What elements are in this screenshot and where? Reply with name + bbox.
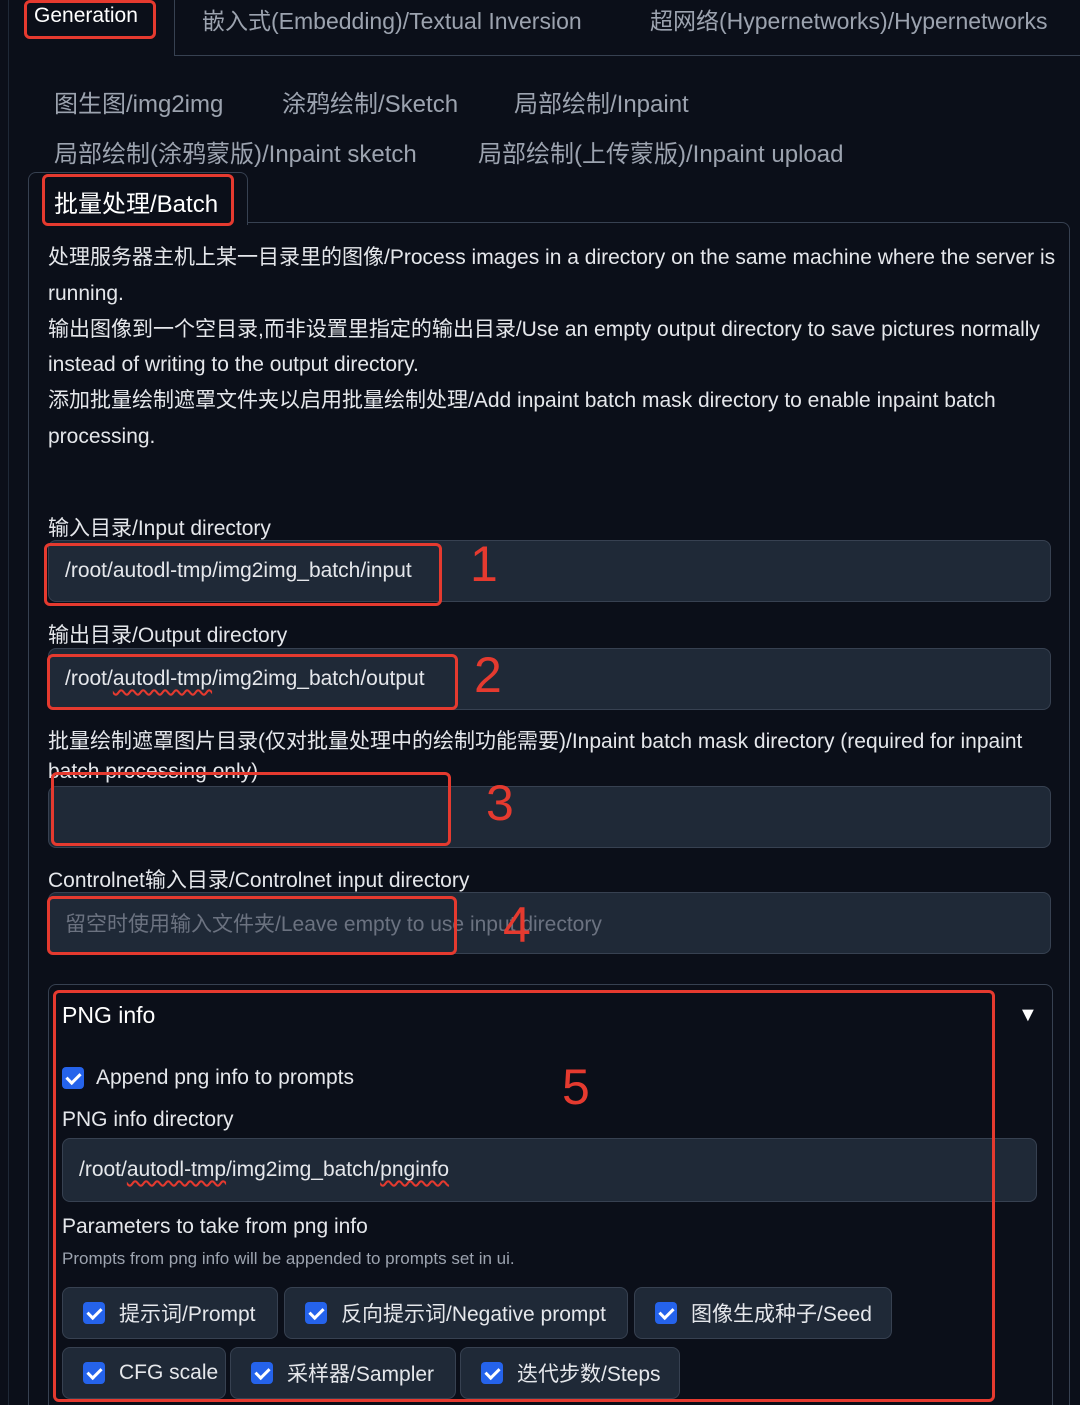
img2img-batch-page: Generation 嵌入式(Embedding)/Textual Invers… <box>0 0 1080 1405</box>
annotation-number-5: 5 <box>562 1059 590 1115</box>
collapse-arrow-icon[interactable]: ▼ <box>1018 1004 1038 1027</box>
description-line: 添加批量绘制遮罩文件夹以启用批量绘制处理/Add inpaint batch m… <box>48 389 996 448</box>
annotation-box-4 <box>47 896 457 955</box>
annotation-box-5 <box>53 990 995 1402</box>
annotation-box-2 <box>47 654 458 710</box>
annotation-box-batch <box>42 174 234 226</box>
top-tab-bar: Generation 嵌入式(Embedding)/Textual Invers… <box>0 0 1080 1405</box>
left-border <box>8 0 9 1405</box>
tab-img2img[interactable]: 图生图/img2img <box>54 84 223 119</box>
annotation-number-2: 2 <box>474 647 502 703</box>
tab-embedding[interactable]: 嵌入式(Embedding)/Textual Inversion <box>202 2 582 36</box>
annotation-box-1 <box>44 543 442 606</box>
input-directory-label: 输入目录/Input directory <box>48 517 271 540</box>
annotation-number-4: 4 <box>503 897 531 953</box>
batch-description: 处理服务器主机上某一目录里的图像/Process images in a dir… <box>48 240 1058 455</box>
tab-inpaint[interactable]: 局部绘制/Inpaint <box>514 84 689 119</box>
controlnet-directory-label: Controlnet输入目录/Controlnet input director… <box>48 869 470 892</box>
annotation-box-3 <box>51 772 451 846</box>
tab-hypernetworks[interactable]: 超网络(Hypernetworks)/Hypernetworks <box>650 2 1047 36</box>
annotation-box-generation <box>24 0 156 39</box>
tab-inpaint-upload[interactable]: 局部绘制(上传蒙版)/Inpaint upload <box>478 134 843 169</box>
tab-underline <box>174 55 1080 56</box>
output-directory-label: 输出目录/Output directory <box>48 624 288 647</box>
description-line: 输出图像到一个空目录,而非设置里指定的输出目录/Use an empty out… <box>48 317 1040 377</box>
tab-inpaint-sketch[interactable]: 局部绘制(涂鸦蒙版)/Inpaint sketch <box>54 134 417 169</box>
tab-separator <box>174 0 175 56</box>
annotation-number-1: 1 <box>470 536 498 592</box>
tab-sketch[interactable]: 涂鸦绘制/Sketch <box>282 84 458 119</box>
description-line: 处理服务器主机上某一目录里的图像/Process images in a dir… <box>48 246 1056 305</box>
annotation-number-3: 3 <box>486 775 514 831</box>
